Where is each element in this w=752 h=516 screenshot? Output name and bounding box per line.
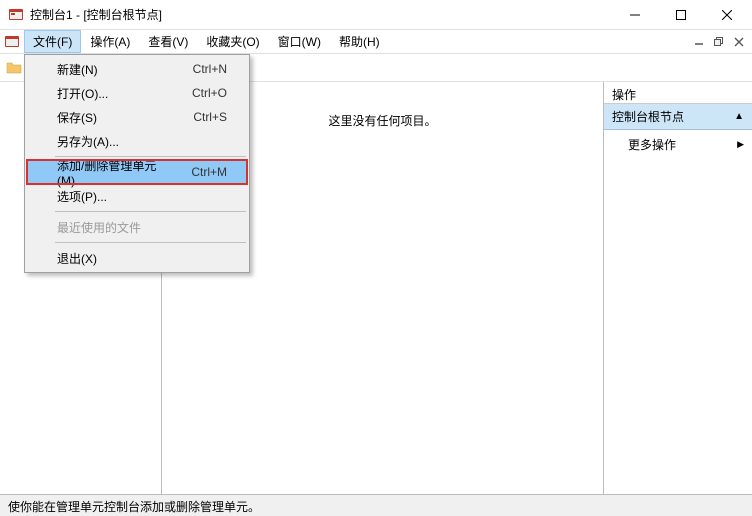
menu-add-remove-snapin-shortcut: Ctrl+M bbox=[191, 165, 227, 179]
menu-new-shortcut: Ctrl+N bbox=[193, 62, 227, 76]
mdi-close-button[interactable] bbox=[730, 34, 748, 50]
menu-exit-label: 退出(X) bbox=[57, 250, 227, 267]
menu-options-label: 选项(P)... bbox=[57, 188, 207, 205]
actions-header: 操作 bbox=[604, 82, 752, 104]
maximize-button[interactable] bbox=[658, 0, 704, 30]
menu-view[interactable]: 查看(V) bbox=[139, 30, 197, 53]
file-dropdown: 新建(N) Ctrl+N 打开(O)... Ctrl+O 保存(S) Ctrl+… bbox=[24, 54, 250, 273]
menu-file[interactable]: 文件(F) bbox=[24, 30, 81, 53]
actions-more[interactable]: 更多操作 ▶ bbox=[604, 130, 752, 159]
menu-save[interactable]: 保存(S) Ctrl+S bbox=[27, 105, 247, 129]
app-icon bbox=[8, 7, 24, 23]
menu-add-remove-snapin[interactable]: 添加/删除管理单元(M)... Ctrl+M bbox=[27, 160, 247, 184]
menu-open[interactable]: 打开(O)... Ctrl+O bbox=[27, 81, 247, 105]
mdi-controls bbox=[690, 30, 752, 53]
menu-open-shortcut: Ctrl+O bbox=[192, 86, 227, 100]
menubar: 文件(F) 操作(A) 查看(V) 收藏夹(O) 窗口(W) 帮助(H) bbox=[0, 30, 752, 54]
empty-message: 这里没有任何项目。 bbox=[328, 112, 436, 129]
submenu-arrow-icon: ▶ bbox=[737, 139, 744, 150]
menu-exit[interactable]: 退出(X) bbox=[27, 246, 247, 270]
actions-pane: 操作 控制台根节点 ▲ 更多操作 ▶ bbox=[604, 82, 752, 494]
actions-section[interactable]: 控制台根节点 ▲ bbox=[604, 104, 752, 130]
folder-icon[interactable] bbox=[6, 60, 22, 76]
titlebar: 控制台1 - [控制台根节点] bbox=[0, 0, 752, 30]
menu-help[interactable]: 帮助(H) bbox=[330, 30, 389, 53]
menu-options[interactable]: 选项(P)... bbox=[27, 184, 247, 208]
menu-window[interactable]: 窗口(W) bbox=[269, 30, 330, 53]
window-title: 控制台1 - [控制台根节点] bbox=[30, 6, 612, 23]
window-controls bbox=[612, 0, 750, 30]
collapse-arrow-icon: ▲ bbox=[734, 111, 744, 122]
menu-new-label: 新建(N) bbox=[57, 61, 173, 78]
menu-recent-files: 最近使用的文件 bbox=[27, 215, 247, 239]
menu-help-label: 帮助(H) bbox=[339, 33, 380, 50]
mdi-restore-button[interactable] bbox=[710, 34, 728, 50]
menu-action[interactable]: 操作(A) bbox=[81, 30, 139, 53]
actions-section-label: 控制台根节点 bbox=[612, 108, 684, 125]
minimize-button[interactable] bbox=[612, 0, 658, 30]
statusbar: 使你能在管理单元控制台添加或删除管理单元。 bbox=[0, 494, 752, 516]
dropdown-separator bbox=[55, 242, 246, 243]
menu-save-shortcut: Ctrl+S bbox=[193, 110, 227, 124]
menu-save-label: 保存(S) bbox=[57, 109, 173, 126]
menu-view-label: 查看(V) bbox=[148, 33, 188, 50]
document-icon bbox=[4, 34, 20, 50]
menu-saveas-label: 另存为(A)... bbox=[57, 133, 207, 150]
menu-new[interactable]: 新建(N) Ctrl+N bbox=[27, 57, 247, 81]
dropdown-separator bbox=[55, 211, 246, 212]
actions-more-label: 更多操作 bbox=[628, 136, 676, 153]
menu-favorites-label: 收藏夹(O) bbox=[206, 33, 259, 50]
close-button[interactable] bbox=[704, 0, 750, 30]
menu-favorites[interactable]: 收藏夹(O) bbox=[197, 30, 268, 53]
menu-action-label: 操作(A) bbox=[90, 33, 130, 50]
menu-window-label: 窗口(W) bbox=[278, 33, 321, 50]
menu-file-label: 文件(F) bbox=[33, 33, 72, 50]
menu-open-label: 打开(O)... bbox=[57, 85, 172, 102]
status-text: 使你能在管理单元控制台添加或删除管理单元。 bbox=[8, 500, 260, 514]
menu-saveas[interactable]: 另存为(A)... bbox=[27, 129, 247, 153]
menu-recent-files-label: 最近使用的文件 bbox=[57, 219, 227, 236]
mdi-minimize-button[interactable] bbox=[690, 34, 708, 50]
menu-add-remove-snapin-label: 添加/删除管理单元(M)... bbox=[57, 157, 171, 188]
